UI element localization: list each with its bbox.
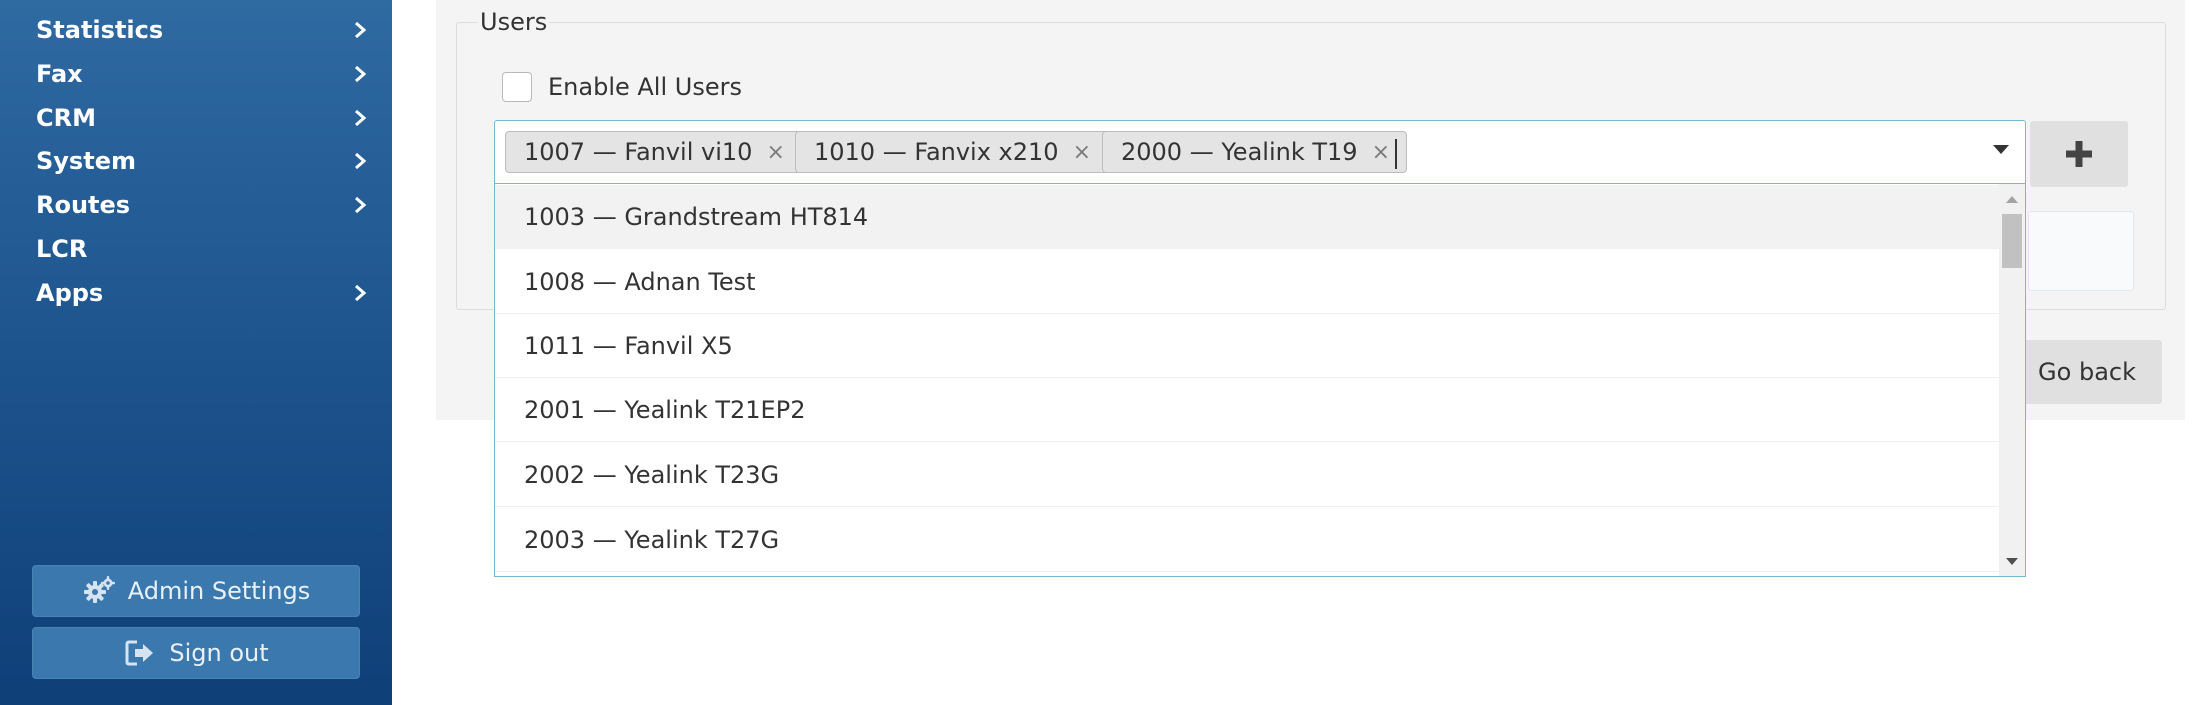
admin-settings-button[interactable]: Admin Settings [32, 565, 360, 617]
chevron-right-icon [350, 108, 370, 128]
chevron-right-icon [350, 195, 370, 215]
enable-all-users-checkbox[interactable] [502, 72, 532, 102]
gears-icon [82, 574, 116, 608]
remove-tag-icon[interactable]: × [1372, 140, 1390, 165]
chevron-right-icon [350, 20, 370, 40]
enable-all-users-row: Enable All Users [502, 70, 742, 104]
sidebar-item-routes[interactable]: Routes [0, 185, 392, 225]
sign-out-label: Sign out [169, 639, 269, 667]
scroll-up-arrow-icon[interactable] [2006, 196, 2018, 203]
chevron-right-icon [350, 283, 370, 303]
sidebar-item-apps[interactable]: Apps [0, 273, 392, 313]
sidebar-item-statistics[interactable]: Statistics [0, 10, 392, 50]
plus-icon [2066, 141, 2092, 167]
dropdown-arrow-icon[interactable] [1993, 145, 2009, 154]
selected-user-tag: 2000 — Yealink T19 × [1102, 131, 1407, 173]
sidebar-item-label: System [36, 147, 136, 175]
sidebar-item-label: Apps [36, 279, 104, 307]
scrollbar-thumb[interactable] [2002, 214, 2022, 268]
dropdown-option[interactable]: 2001 — Yealink T21EP2 [495, 378, 2000, 442]
sidebar-item-label: CRM [36, 104, 96, 132]
sidebar-item-label: Routes [36, 191, 131, 219]
secondary-input[interactable] [2028, 211, 2134, 291]
tag-label: 1007 — Fanvil vi10 [524, 138, 753, 166]
users-multiselect[interactable]: 1007 — Fanvil vi10 × 1010 — Fanvix x210 … [494, 120, 2026, 184]
scroll-down-arrow-icon[interactable] [2006, 558, 2018, 565]
remove-tag-icon[interactable]: × [766, 140, 784, 165]
go-back-button[interactable]: Go back [2010, 340, 2162, 404]
selected-user-tag: 1007 — Fanvil vi10 × [505, 131, 802, 173]
admin-settings-label: Admin Settings [127, 577, 311, 605]
selected-user-tag: 1010 — Fanvix x210 × [795, 131, 1109, 173]
sidebar-item-lcr[interactable]: LCR [0, 229, 392, 269]
dropdown-option[interactable]: 1003 — Grandstream HT814 [495, 185, 2000, 249]
add-user-button[interactable] [2030, 121, 2128, 187]
sidebar-item-fax[interactable]: Fax [0, 54, 392, 94]
sign-out-icon [123, 636, 157, 670]
search-input-caret[interactable] [1395, 139, 1397, 169]
sidebar-item-label: Fax [36, 60, 83, 88]
dropdown-option[interactable]: 2002 — Yealink T23G [495, 443, 2000, 507]
dropdown-scrollbar[interactable] [1999, 184, 2025, 576]
enable-all-users-label[interactable]: Enable All Users [548, 73, 742, 101]
tag-label: 1010 — Fanvix x210 [814, 138, 1059, 166]
remove-tag-icon[interactable]: × [1073, 140, 1091, 165]
users-dropdown-list: 1003 — Grandstream HT814 1008 — Adnan Te… [494, 184, 2026, 577]
sidebar-item-label: LCR [36, 235, 88, 263]
sidebar-item-label: Statistics [36, 16, 164, 44]
dropdown-option[interactable]: 2003 — Yealink T27G [495, 508, 2000, 572]
dropdown-option[interactable]: 1008 — Adnan Test [495, 250, 2000, 314]
tag-label: 2000 — Yealink T19 [1121, 138, 1358, 166]
sign-out-button[interactable]: Sign out [32, 627, 360, 679]
dropdown-option[interactable]: 1011 — Fanvil X5 [495, 314, 2000, 378]
chevron-right-icon [350, 151, 370, 171]
sidebar-item-system[interactable]: System [0, 141, 392, 181]
sidebar: Statistics Fax CRM System Routes LCR App… [0, 0, 392, 705]
users-legend: Users [478, 8, 550, 36]
sidebar-item-crm[interactable]: CRM [0, 98, 392, 138]
chevron-right-icon [350, 64, 370, 84]
